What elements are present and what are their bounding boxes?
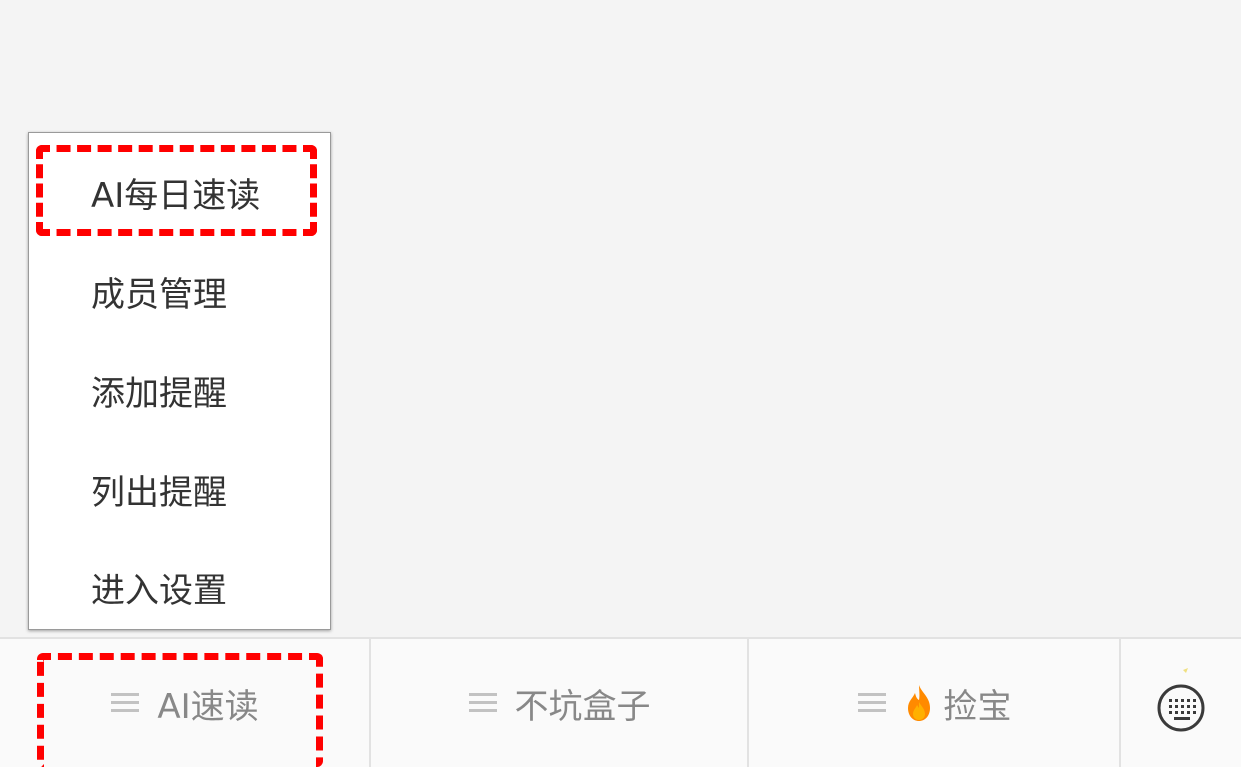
menu-item-label: 列出提醒: [91, 473, 227, 513]
tab-ai-reading[interactable]: AI速读: [0, 639, 370, 767]
menu-item-label: 进入设置: [91, 571, 227, 611]
tab-jianbao[interactable]: 捡宝: [749, 639, 1120, 767]
tab-label: AI速读: [157, 686, 259, 727]
menu-item-label: 成员管理: [91, 275, 227, 315]
menu-item-member-management[interactable]: 成员管理: [29, 242, 330, 341]
screen: AI每日速读 成员管理 添加提醒 列出提醒 进入设置 AI速读 不坑盒子 捡宝: [0, 0, 1241, 767]
menu-icon: [468, 693, 497, 713]
fire-icon: [904, 684, 934, 722]
tab-bukeng-box[interactable]: 不坑盒子: [371, 639, 748, 767]
menu-item-label: 添加提醒: [91, 374, 227, 414]
menu-item-label: AI每日速读: [91, 176, 261, 216]
tab-label: 不坑盒子: [514, 686, 651, 727]
keyboard-toggle-button[interactable]: [1121, 639, 1241, 767]
menu-item-enter-settings[interactable]: 进入设置: [29, 538, 330, 637]
menu-item-add-reminder[interactable]: 添加提醒: [29, 341, 330, 440]
menu-icon: [111, 693, 140, 713]
keyboard-icon: [1153, 666, 1209, 740]
menu-item-list-reminders[interactable]: 列出提醒: [29, 440, 330, 539]
tab-label: 捡宝: [943, 686, 1012, 727]
menu-item-ai-daily-reading[interactable]: AI每日速读: [29, 143, 330, 242]
popup-menu: AI每日速读 成员管理 添加提醒 列出提醒 进入设置: [28, 132, 331, 630]
bottom-menu-bar: AI速读 不坑盒子 捡宝: [0, 637, 1241, 767]
menu-icon: [857, 693, 886, 713]
